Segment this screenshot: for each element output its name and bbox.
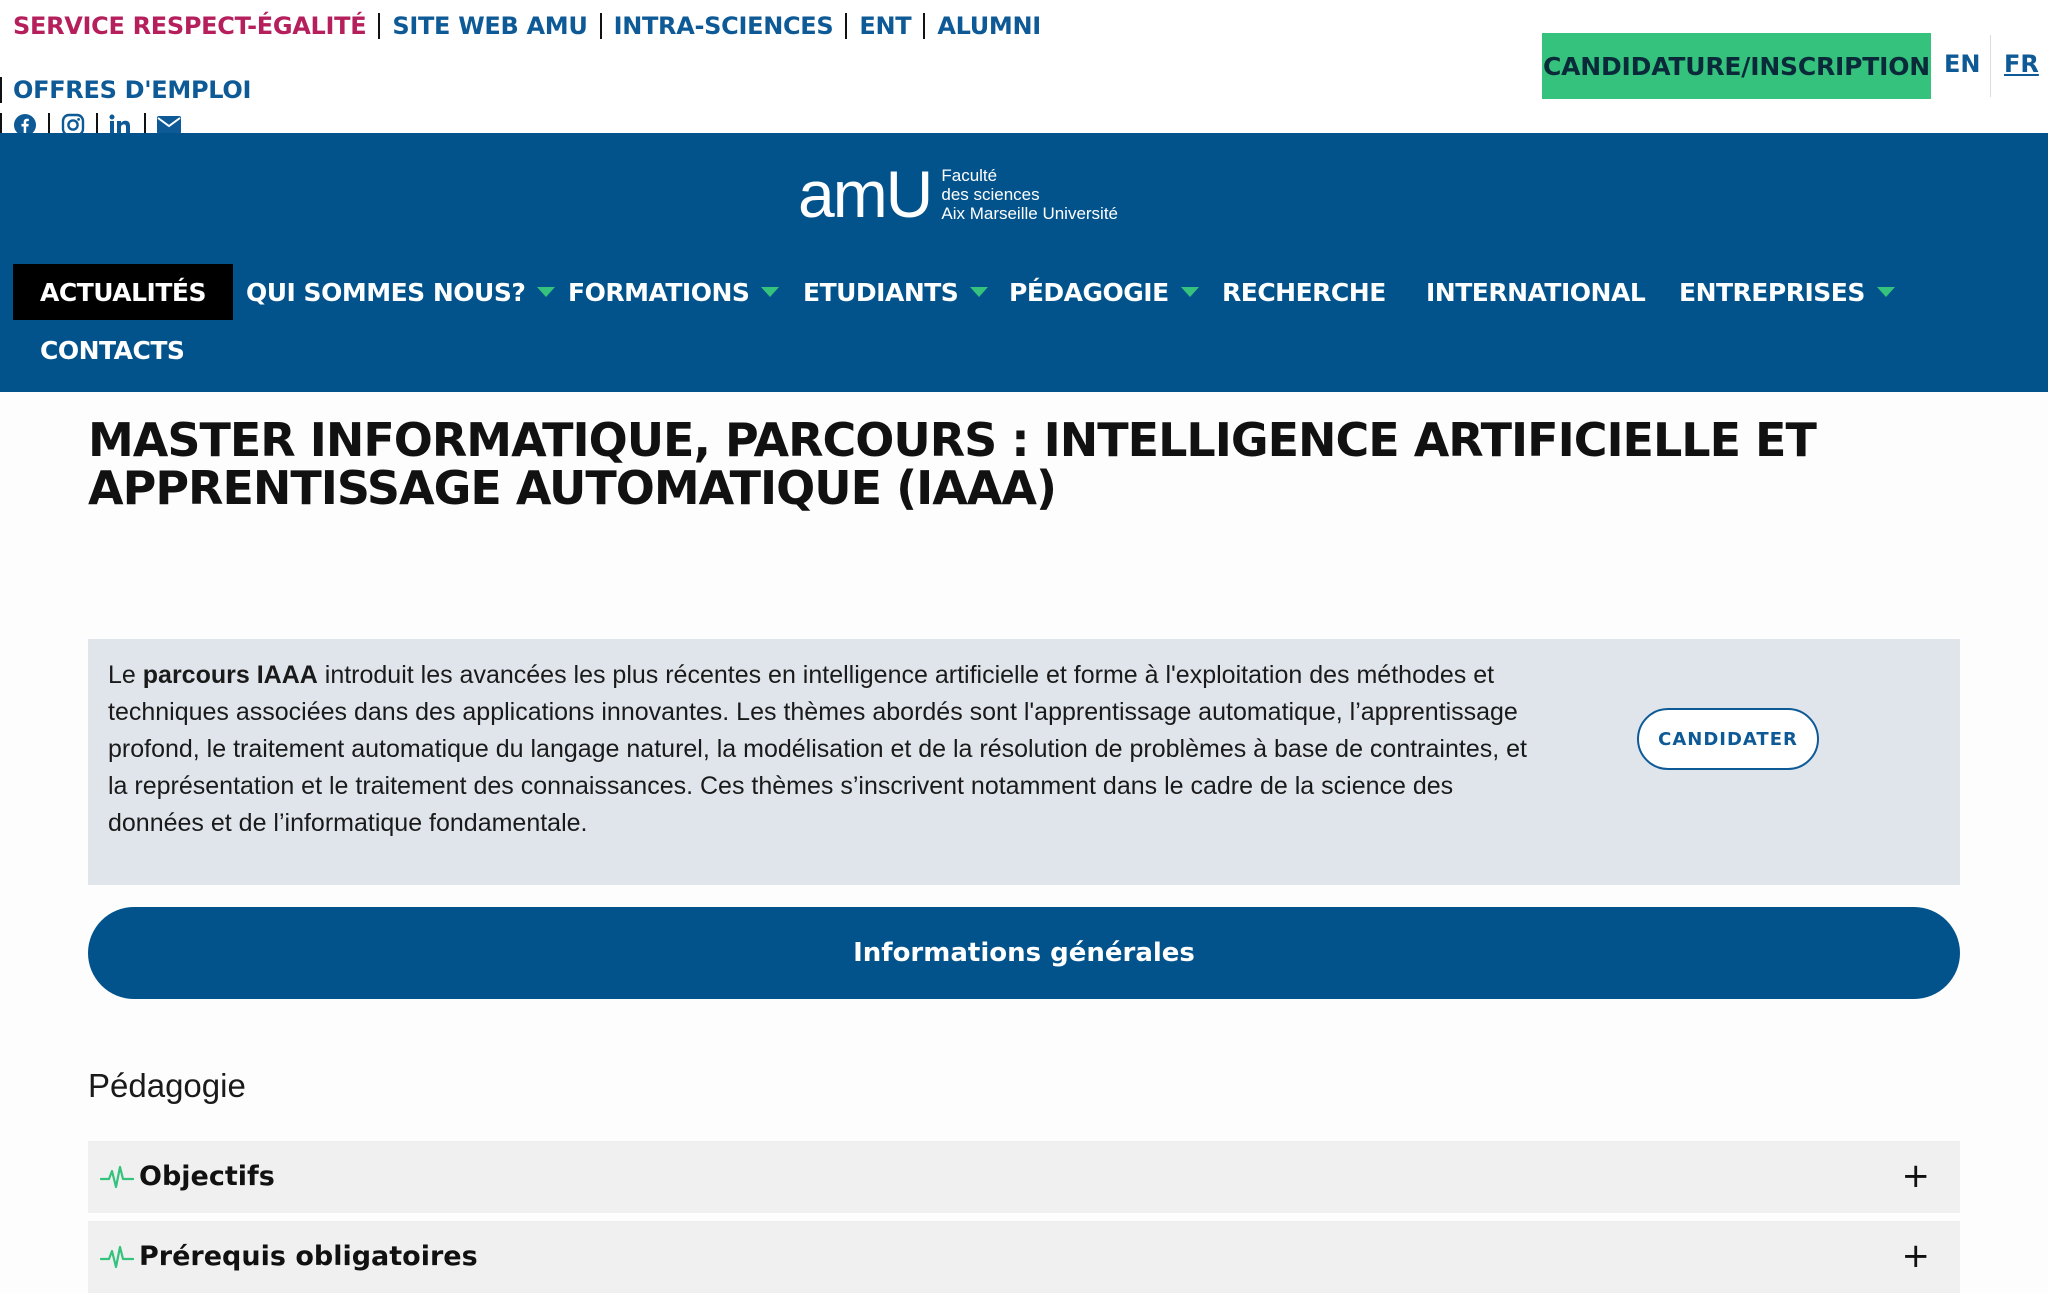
section-title-pedagogie: Pédagogie [88,1067,246,1104]
accordion-objectifs[interactable]: Objectifs + [88,1141,1960,1213]
intro-prefix: Le [108,661,143,689]
social-links [0,113,192,133]
nav-label: PÉDAGOGIE [1009,277,1169,307]
link-ent[interactable]: ENT [859,12,911,40]
link-service-respect-egalite[interactable]: SERVICE RESPECT-ÉGALITÉ [13,12,367,40]
nav-item-formations[interactable]: FORMATIONS [568,264,780,320]
intro-text: Le parcours IAAA introduit les avancées … [108,657,1548,842]
divider [1990,35,1991,97]
candidater-button[interactable]: CANDIDATER [1637,708,1819,770]
utility-links: SERVICE RESPECT-ÉGALITÉ SITE WEB AMU INT… [13,12,1041,40]
chevron-down-icon [970,287,989,297]
divider [48,113,50,133]
language-fr[interactable]: FR [2004,50,2039,78]
facebook-icon[interactable] [12,113,38,133]
site-header: amU Faculté des sciences Aix Marseille U… [0,133,2048,392]
link-site-web-amu[interactable]: SITE WEB AMU [392,12,588,40]
mail-icon[interactable] [156,113,182,133]
plus-icon[interactable]: + [1902,1159,1931,1193]
pulse-icon [99,1243,135,1275]
divider [0,113,2,133]
divider [845,13,848,39]
accordion-label: Prérequis obligatoires [139,1241,478,1272]
nav-item-pedagogie[interactable]: PÉDAGOGIE [1009,264,1199,320]
nav-label: INTERNATIONAL [1426,277,1646,307]
nav-item-international[interactable]: INTERNATIONAL [1426,264,1646,320]
nav-item-qui-sommes-nous[interactable]: QUI SOMMES NOUS? [246,264,556,320]
nav-label: CONTACTS [40,335,185,365]
plus-icon[interactable]: + [1902,1239,1931,1273]
chevron-down-icon [761,287,780,297]
nav-label: RECHERCHE [1222,277,1386,307]
chevron-down-icon [1876,287,1895,297]
nav-label: FORMATIONS [568,277,750,307]
link-intra-sciences[interactable]: INTRA-SCIENCES [614,12,834,40]
top-utility-bar: SERVICE RESPECT-ÉGALITÉ SITE WEB AMU INT… [0,0,2048,133]
link-offres-emploi[interactable]: OFFRES D'EMPLOI [13,76,251,104]
divider [923,13,926,39]
linkedin-icon[interactable] [108,113,134,133]
instagram-icon[interactable] [60,113,86,133]
nav-label: ENTREPRISES [1679,277,1865,307]
language-en[interactable]: EN [1944,50,1980,78]
nav-item-etudiants[interactable]: ETUDIANTS [803,264,989,320]
chevron-down-icon [537,287,556,297]
nav-label: ETUDIANTS [803,277,959,307]
divider [144,113,146,133]
divider [378,13,381,39]
divider [0,77,2,103]
intro-panel: Le parcours IAAA introduit les avancées … [88,639,1960,885]
link-alumni[interactable]: ALUMNI [937,12,1041,40]
divider [599,13,602,39]
nav-item-contacts[interactable]: CONTACTS [40,322,185,378]
candidature-inscription-button[interactable]: CANDIDATURE/INSCRIPTION [1542,33,1931,99]
main-nav: ACTUALITÉS QUI SOMMES NOUS? FORMATIONS E… [0,133,2048,392]
accordion-label: Objectifs [139,1161,275,1192]
nav-item-entreprises[interactable]: ENTREPRISES [1679,264,1895,320]
divider [96,113,98,133]
offres-row: OFFRES D'EMPLOI [0,76,251,104]
nav-item-actualites[interactable]: ACTUALITÉS [13,264,233,320]
intro-bold: parcours IAAA [142,661,318,689]
intro-body: introduit les avancées les plus récentes… [108,661,1527,837]
nav-label: QUI SOMMES NOUS? [246,277,526,307]
accordion-prerequis[interactable]: Prérequis obligatoires + [88,1221,1960,1293]
chevron-down-icon [1180,287,1199,297]
pulse-icon [99,1163,135,1195]
informations-generales-button[interactable]: Informations générales [88,907,1960,999]
nav-label: ACTUALITÉS [40,277,207,307]
page-title: MASTER INFORMATIQUE, PARCOURS : INTELLIG… [88,413,1817,515]
nav-item-recherche[interactable]: RECHERCHE [1222,264,1386,320]
